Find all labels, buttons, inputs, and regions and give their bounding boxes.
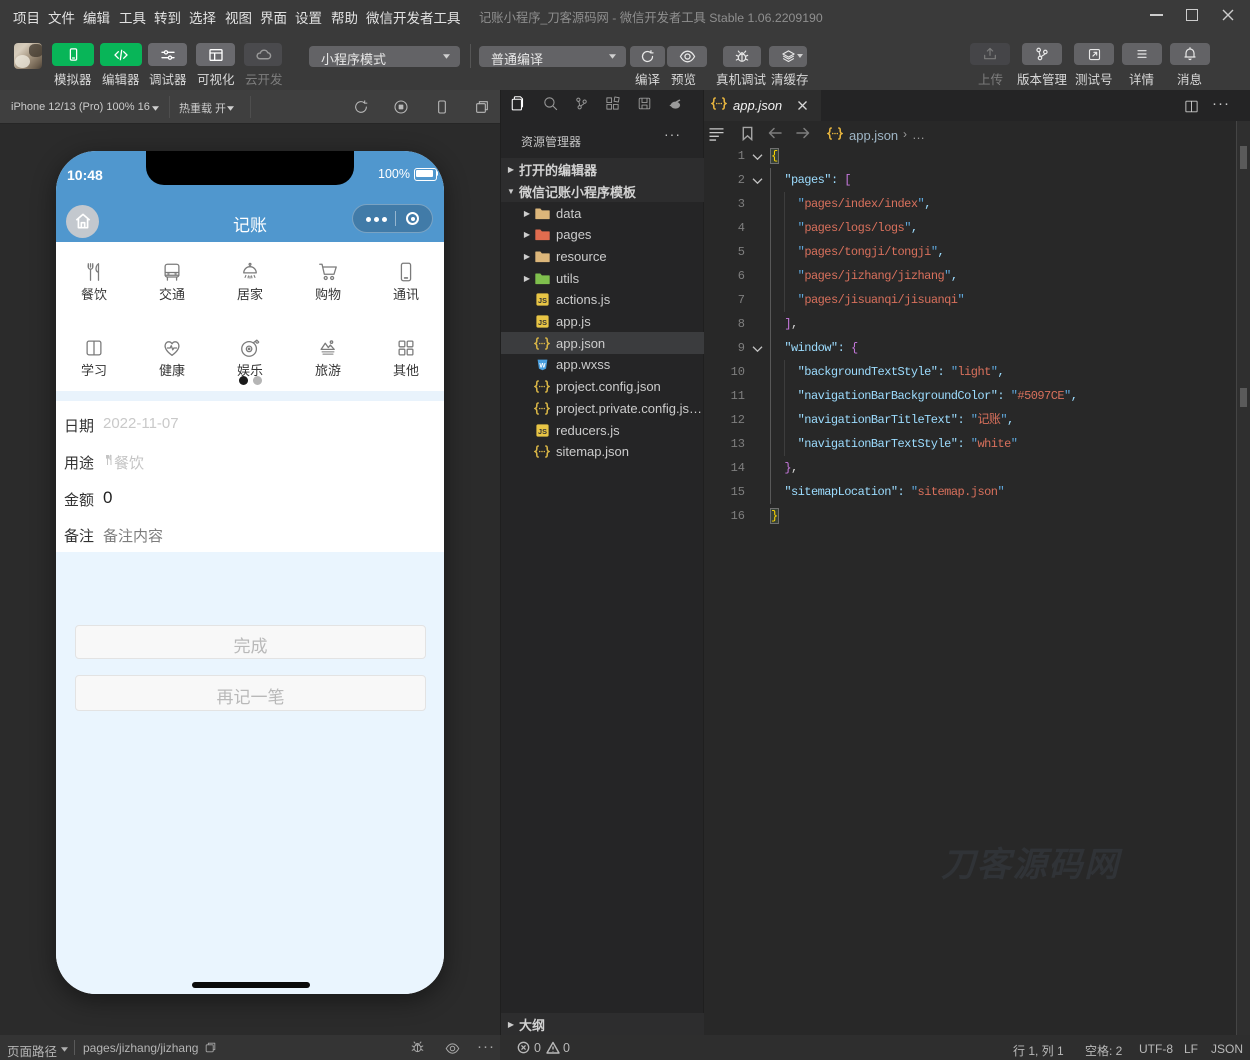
svg-text:JS: JS (538, 426, 547, 435)
svg-text:JS: JS (538, 318, 547, 327)
svg-text:W: W (539, 363, 546, 370)
svg-text:JS: JS (538, 296, 547, 305)
